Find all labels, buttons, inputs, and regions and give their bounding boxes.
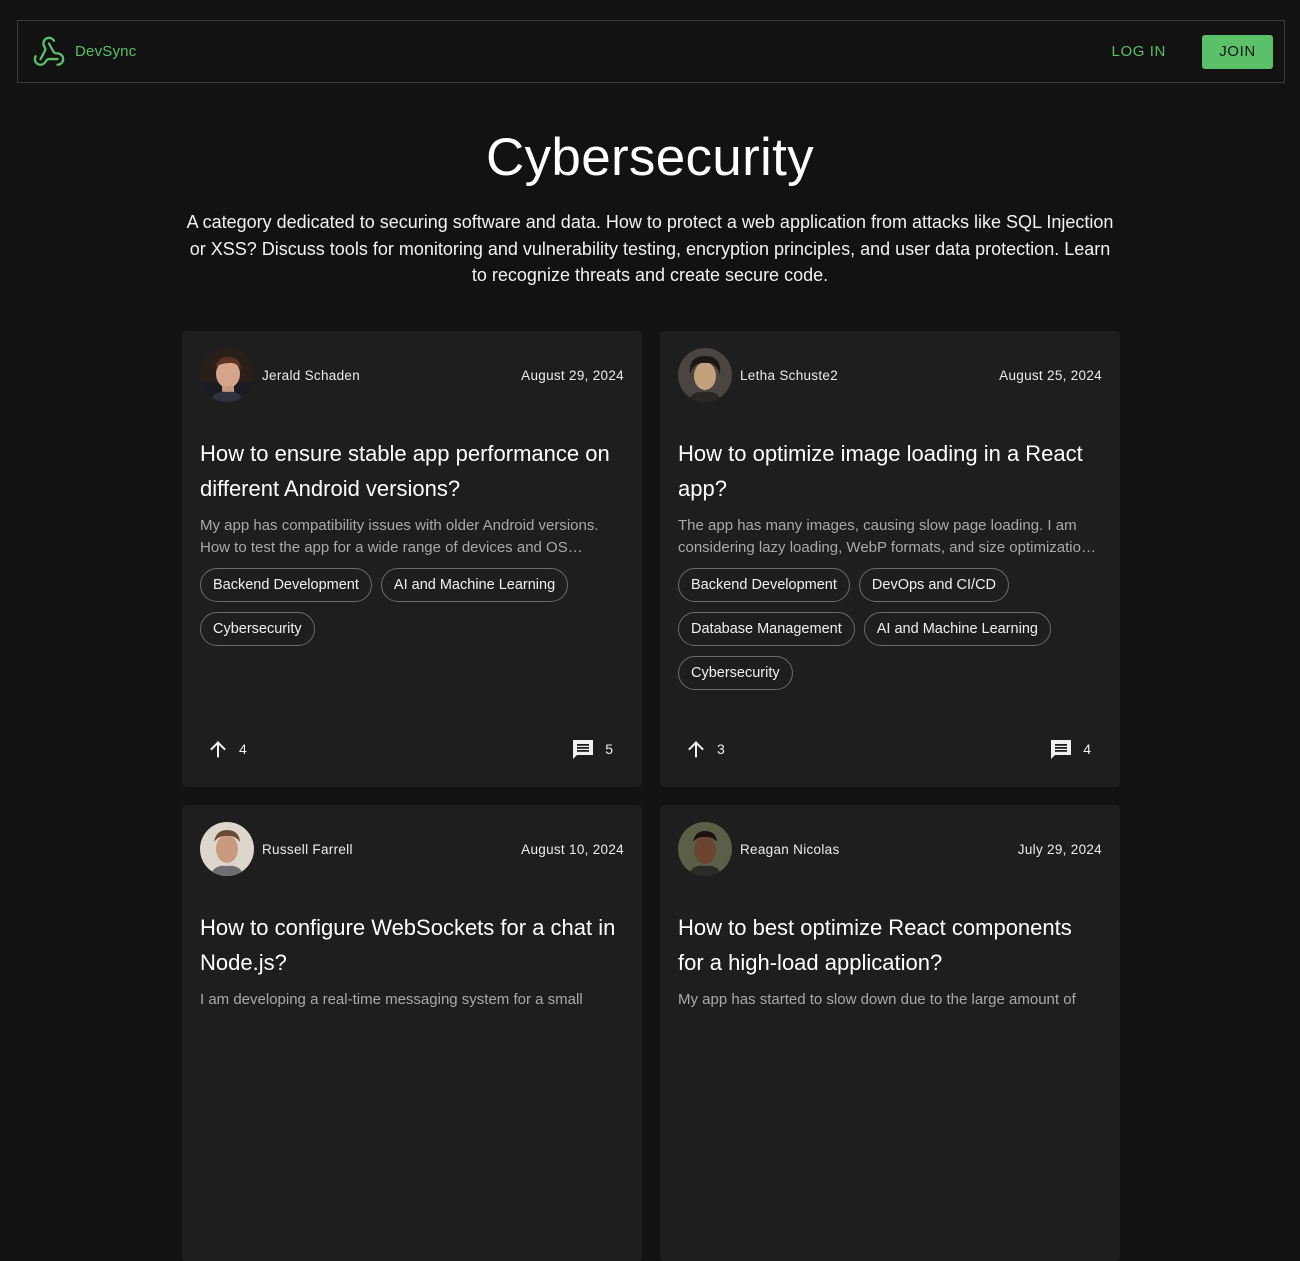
post-card-header: Reagan Nicolas July 29, 2024 [678, 822, 1102, 876]
upvote-button[interactable] [685, 738, 707, 760]
upvote-button[interactable] [207, 738, 229, 760]
category-hero: Cybersecurity A category dedicated to se… [0, 125, 1300, 289]
post-excerpt: My app has started to slow down due to t… [678, 991, 1076, 1008]
post-card-header: Letha Schuste2 August 25, 2024 [678, 348, 1102, 402]
tag-chip[interactable]: Backend Development [200, 568, 372, 602]
upvote-count: 4 [239, 741, 247, 757]
upvote-group: 3 [685, 738, 725, 760]
upvote-group: 4 [207, 738, 247, 760]
post-card-footer: 3 4 [685, 737, 1091, 761]
comments-button[interactable] [1049, 737, 1073, 761]
comments-button[interactable] [571, 737, 595, 761]
post-author[interactable]: Jerald Schaden [200, 348, 360, 402]
comment-icon [573, 740, 594, 759]
post-date: August 29, 2024 [521, 367, 624, 383]
upvote-count: 3 [717, 741, 725, 757]
arrow-up-icon [210, 741, 226, 758]
avatar [678, 348, 732, 402]
nav-actions: LOG IN JOIN [1112, 34, 1273, 69]
post-author[interactable]: Russell Farrell [200, 822, 353, 876]
post-date: August 10, 2024 [521, 841, 624, 857]
post-excerpt: I am developing a real-time messaging sy… [200, 991, 583, 1008]
author-name: Letha Schuste2 [740, 367, 839, 383]
tag-chip[interactable]: AI and Machine Learning [380, 568, 569, 602]
tag-chip[interactable]: Backend Development [678, 568, 850, 602]
login-button[interactable]: LOG IN [1112, 43, 1166, 60]
post-card-header: Russell Farrell August 10, 2024 [200, 822, 624, 876]
post-excerpt: The app has many images, causing slow pa… [678, 517, 1094, 556]
category-description: A category dedicated to securing softwar… [186, 212, 1114, 285]
avatar [200, 822, 254, 876]
post-card[interactable]: Russell Farrell August 10, 2024 How to c… [182, 805, 642, 1261]
post-date: August 25, 2024 [999, 367, 1102, 383]
brand-name: DevSync [75, 43, 137, 60]
post-card[interactable]: Reagan Nicolas July 29, 2024 How to best… [660, 805, 1120, 1261]
post-tags: Backend Development DevOps and CI/CD Dat… [678, 568, 1102, 690]
tag-chip[interactable]: DevOps and CI/CD [858, 568, 1010, 602]
author-name: Russell Farrell [262, 841, 353, 857]
tag-chip[interactable]: Cybersecurity [678, 656, 793, 690]
join-button[interactable]: JOIN [1202, 34, 1273, 69]
author-name: Reagan Nicolas [740, 841, 840, 857]
comment-count: 4 [1083, 741, 1091, 757]
post-card[interactable]: Letha Schuste2 August 25, 2024 How to op… [660, 331, 1120, 787]
tag-chip[interactable]: Database Management [678, 612, 855, 646]
author-name: Jerald Schaden [262, 367, 361, 383]
top-navbar: DevSync LOG IN JOIN [17, 20, 1285, 83]
post-excerpt: My app has compatibility issues with old… [200, 517, 599, 556]
post-grid: Jerald Schaden August 29, 2024 How to en… [182, 331, 1120, 1261]
post-card-footer: 4 5 [207, 737, 613, 761]
comment-icon [1051, 740, 1072, 759]
comments-group: 5 [571, 737, 613, 761]
post-title[interactable]: How to ensure stable app performance on … [200, 436, 624, 506]
comments-group: 4 [1049, 737, 1091, 761]
post-tags: Backend Development AI and Machine Learn… [200, 568, 624, 646]
avatar [200, 348, 254, 402]
tag-chip[interactable]: AI and Machine Learning [863, 612, 1051, 646]
arrow-up-icon [688, 741, 704, 758]
post-title[interactable]: How to configure WebSockets for a chat i… [200, 910, 624, 980]
avatar [678, 822, 732, 876]
brand-link[interactable]: DevSync [32, 35, 136, 69]
comment-count: 5 [605, 741, 613, 757]
webhook-logo-icon [33, 36, 65, 66]
post-card-header: Jerald Schaden August 29, 2024 [200, 348, 624, 402]
post-card[interactable]: Jerald Schaden August 29, 2024 How to en… [182, 331, 642, 787]
tag-chip[interactable]: Cybersecurity [200, 612, 315, 646]
post-author[interactable]: Letha Schuste2 [678, 348, 838, 402]
page-title: Cybersecurity [486, 128, 814, 187]
post-title[interactable]: How to optimize image loading in a React… [678, 436, 1102, 506]
post-title[interactable]: How to best optimize React components fo… [678, 910, 1102, 980]
post-author[interactable]: Reagan Nicolas [678, 822, 840, 876]
post-date: July 29, 2024 [1017, 841, 1102, 857]
